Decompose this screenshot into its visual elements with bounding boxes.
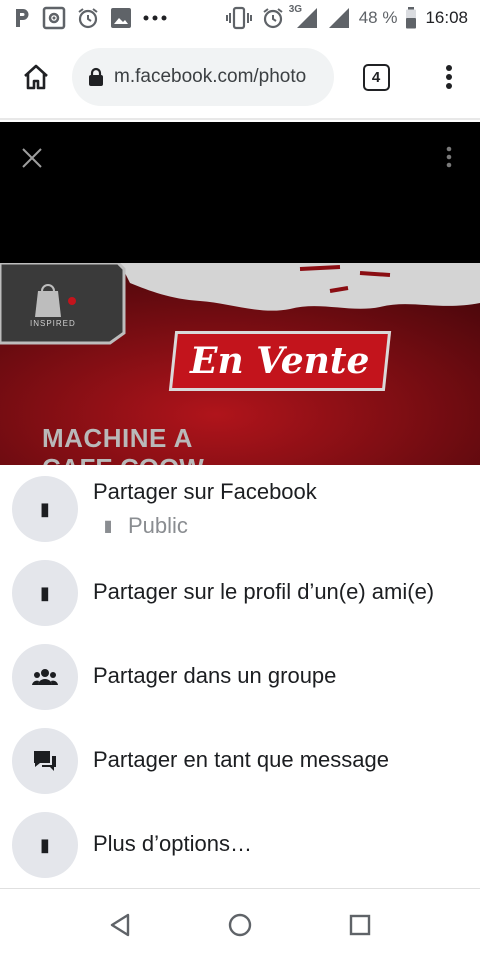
logo-caption: INSPIRED [30, 319, 76, 328]
close-viewer-button[interactable] [14, 140, 50, 176]
photo-frame-icon [42, 6, 66, 30]
parking-icon [12, 7, 32, 29]
close-icon [22, 148, 42, 168]
back-triangle-icon [110, 913, 130, 937]
clock: 16:08 [425, 8, 468, 27]
url-text: m.facebook.com/photo [114, 66, 307, 87]
browser-menu-button[interactable] [418, 35, 480, 119]
back-button[interactable] [102, 907, 138, 943]
signal-3g-icon: 3G [289, 4, 319, 30]
battery-percent: 48 % [358, 8, 398, 27]
alarm-icon [261, 6, 285, 30]
share-option-label: Plus d’options… [93, 831, 252, 856]
audience-label: Public [128, 513, 188, 538]
share-sheet: ▮ Partager sur Facebook ▮ Public ▮ Parta… [0, 465, 480, 888]
audience-selector[interactable]: ▮ Public [100, 513, 188, 539]
status-bar: 3G 48 % 16:08 [0, 0, 480, 36]
home-circle-icon [228, 913, 252, 937]
vibrate-icon [225, 6, 253, 30]
home-button[interactable] [0, 35, 72, 119]
tab-switcher-button[interactable]: 4 [334, 35, 418, 119]
share-option-group[interactable]: Partager dans un groupe [0, 635, 480, 719]
alarm-icon [76, 6, 100, 30]
share-option-message[interactable]: Partager en tant que message [0, 719, 480, 803]
share-option-more[interactable]: ▮ Plus d’options… [0, 803, 480, 887]
home-icon [24, 64, 48, 90]
share-option-label: Partager sur le profil d’un(e) ami(e) [93, 579, 435, 604]
share-option-label: Partager en tant que message [93, 747, 389, 772]
share-option-label: Partager dans un groupe [93, 663, 337, 688]
address-bar[interactable]: m.facebook.com/photo [72, 48, 334, 106]
battery-icon [405, 7, 417, 29]
share-option-friend-profile[interactable]: ▮ Partager sur le profil d’un(e) ami(e) [0, 551, 480, 635]
group-icon [12, 644, 78, 710]
home-nav-button[interactable] [222, 907, 258, 943]
post-photo[interactable]: INSPIRED En Vente MACHINE A CAFE COOW [0, 263, 480, 465]
browser-toolbar: m.facebook.com/photo 4 [0, 36, 480, 120]
en-vente-badge: En Vente [168, 331, 392, 391]
more-notifications-icon [142, 14, 168, 22]
more-options-icon: ▮ [12, 812, 78, 878]
lock-icon [89, 67, 103, 86]
tab-count: 4 [362, 63, 390, 91]
image-icon [110, 7, 132, 29]
system-navigation-bar [0, 888, 480, 960]
share-option-facebook[interactable]: ▮ Partager sur Facebook ▮ Public [0, 467, 480, 551]
more-vertical-icon [446, 65, 452, 89]
signal-icon [327, 6, 351, 30]
more-vertical-icon [446, 146, 452, 168]
friend-profile-icon: ▮ [12, 560, 78, 626]
facebook-share-icon: ▮ [12, 476, 78, 542]
en-vente-text: En Vente [190, 340, 370, 382]
share-option-label: Partager sur Facebook [93, 479, 317, 504]
message-icon [12, 728, 78, 794]
photo-headline-cut: CAFE COOW [42, 453, 204, 465]
photo-viewer-header [0, 122, 480, 263]
photo-headline: MACHINE A [42, 423, 193, 453]
recents-square-icon [349, 914, 371, 936]
photo-options-button[interactable] [444, 144, 454, 170]
globe-icon: ▮ [103, 518, 113, 535]
recents-button[interactable] [342, 907, 378, 943]
